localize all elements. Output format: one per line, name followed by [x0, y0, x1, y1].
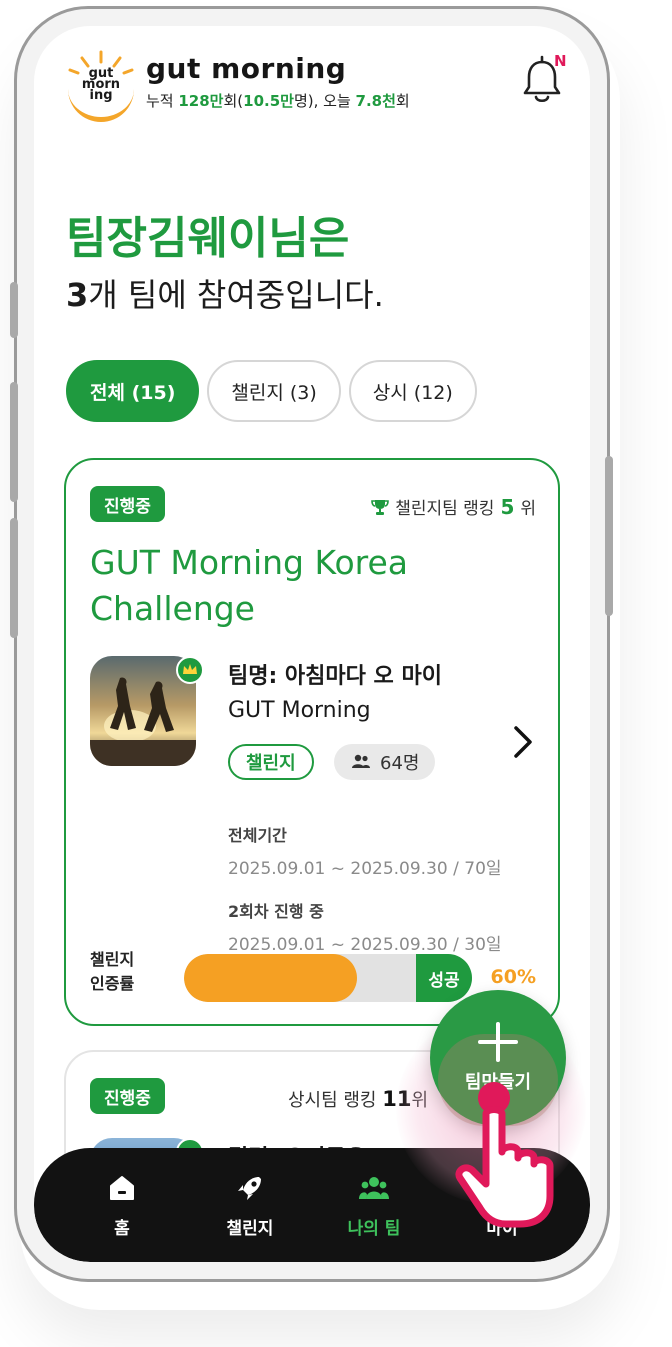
ranking-value: 5: [500, 494, 515, 519]
chevron-right-icon[interactable]: [512, 722, 536, 762]
challenge-title: GUT Morning Korea Challenge: [90, 540, 540, 632]
certification-rate-value: 60%: [490, 966, 536, 988]
nav-item-my-team[interactable]: 나의 팀: [324, 1174, 424, 1239]
usage-stats: 누적 128만회(10.5만명), 오늘 7.8천회: [146, 90, 410, 111]
logo-text-line: ing: [89, 88, 113, 103]
member-count-pill: 64명: [334, 744, 436, 780]
team-name-line2: GUT Morning: [228, 698, 371, 723]
phone-side-button: [10, 382, 18, 502]
round-period-value: 2025.09.01 ~ 2025.09.30 / 30일: [228, 935, 502, 955]
nav-label: 챌린지: [226, 1219, 274, 1239]
rate-label-line: 인증률: [90, 974, 135, 993]
stats-text: 누적: [146, 92, 179, 110]
total-period-value: 2025.09.01 ~ 2025.09.30 / 70일: [228, 859, 502, 879]
stage: gut morn ing gut morning 누적 128만회(10.5만명…: [0, 0, 672, 1347]
progress-fill: [184, 954, 357, 1002]
rocket-icon: [238, 1177, 261, 1200]
tab-regular[interactable]: 상시 (12): [348, 360, 477, 422]
stats-text: 회(: [223, 92, 244, 110]
people-icon: [352, 754, 370, 768]
stats-text: 명), 오늘: [293, 92, 356, 110]
phone-side-button: [10, 518, 18, 638]
app-logo[interactable]: gut morn ing: [64, 50, 138, 124]
team-ranking: 챌린지팀 랭킹 5위: [371, 494, 536, 519]
tab-challenge[interactable]: 챌린지 (3): [207, 360, 341, 422]
certification-progress-bar: 성공: [184, 954, 472, 1002]
nav-label: 홈: [114, 1219, 130, 1239]
leader-crown-icon: [176, 656, 204, 684]
ranking-unit: 위: [520, 499, 536, 519]
filter-tabs: 전체 (15) 챌린지 (3) 상시 (12): [66, 360, 477, 422]
user-greeting-name: 팀장김웨이님은: [66, 213, 350, 264]
tab-all[interactable]: 전체 (15): [66, 360, 200, 422]
stats-today: 7.8천: [355, 92, 396, 110]
team-type-pill: 챌린지: [228, 744, 314, 780]
nav-item-home[interactable]: 홈: [72, 1174, 172, 1239]
nav-item-challenge[interactable]: 챌린지: [200, 1174, 300, 1239]
trophy-icon: [371, 499, 389, 515]
challenge-title-line: Challenge: [90, 589, 255, 628]
success-marker: 성공: [416, 954, 472, 1002]
status-badge: 진행중: [90, 1078, 165, 1114]
member-count: 64명: [380, 753, 420, 774]
crown-icon: [183, 664, 197, 674]
team-name: 팀명: 아침마다 오 마이: [228, 664, 442, 689]
logo-text: gut morn ing: [64, 67, 138, 103]
home-icon: [110, 1176, 134, 1200]
phone-side-button: [605, 456, 613, 616]
status-badge: 진행중: [90, 486, 165, 522]
total-period-label: 전체기간: [228, 826, 287, 845]
challenge-title-line: GUT Morning Korea: [90, 543, 409, 582]
round-label: 2회차 진행 중: [228, 902, 324, 921]
team-count-suffix: 개 팀에 참여중입니다.: [88, 276, 384, 314]
app-name: gut morning: [146, 52, 347, 85]
ranking-label: 상시팀 랭킹: [287, 1090, 383, 1111]
hand-pointer-icon: [455, 1082, 554, 1228]
ranking-label: 챌린지팀 랭킹: [395, 499, 495, 519]
certification-rate-label: 챌린지 인증률: [90, 948, 134, 996]
phone-side-button: [10, 282, 18, 338]
plus-icon: [478, 1022, 518, 1062]
stats-total: 128만: [178, 92, 224, 110]
stats-text: 회: [395, 92, 410, 110]
nav-label: 나의 팀: [347, 1219, 401, 1239]
notification-badge: N: [554, 52, 567, 70]
team-count-text: 3개 팀에 참여중입니다.: [66, 270, 384, 316]
team-icon: [359, 1177, 389, 1199]
stats-people: 10.5만: [243, 92, 294, 110]
team-card[interactable]: 진행중 챌린지팀 랭킹 5위 GUT Morning Korea Challen…: [64, 458, 560, 1026]
team-count: 3: [66, 276, 89, 314]
rate-label-line: 챌린지: [90, 950, 135, 969]
